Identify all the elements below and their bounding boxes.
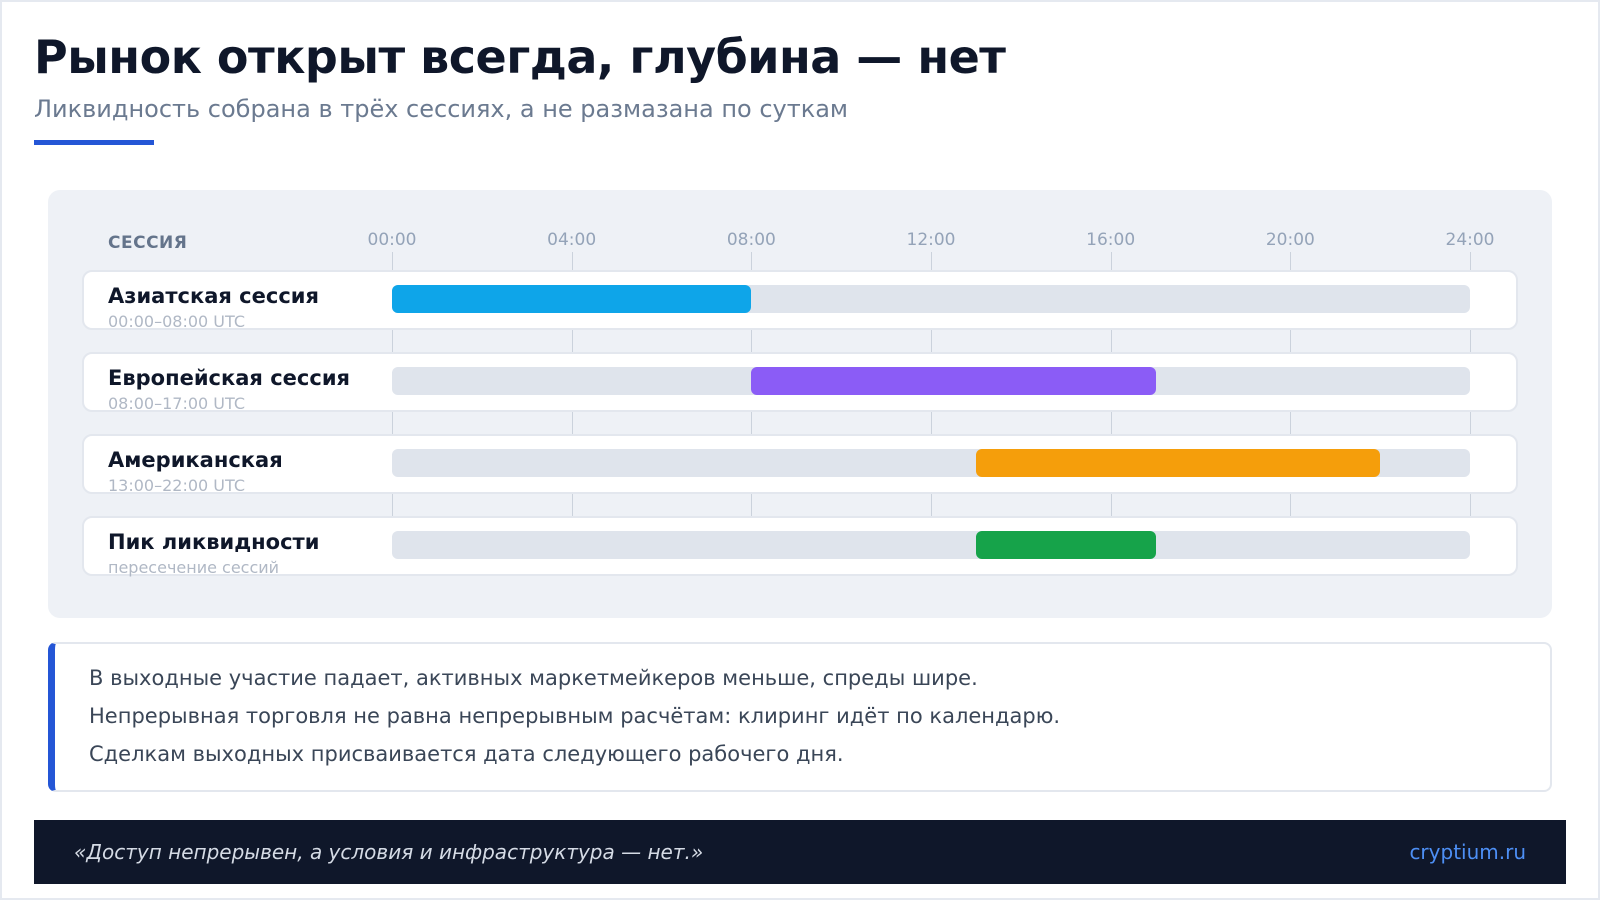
hour-tick-label: 12:00 xyxy=(906,230,956,250)
note-line-1: В выходные участие падает, активных марк… xyxy=(89,666,978,690)
session-hours: 13:00–22:00 UTC xyxy=(108,476,246,495)
notes-box: В выходные участие падает, активных марк… xyxy=(48,642,1552,792)
session-name: Азиатская сессия xyxy=(108,284,319,308)
accent-line xyxy=(34,140,154,145)
session-name: Американская xyxy=(108,448,283,472)
session-name: Пик ликвидности xyxy=(108,530,320,554)
session-track xyxy=(392,531,1470,559)
hour-tick-label: 20:00 xyxy=(1265,230,1315,250)
hour-tick-label: 16:00 xyxy=(1086,230,1136,250)
session-bar xyxy=(975,531,1156,559)
session-hours: пересечение сессий xyxy=(108,558,280,577)
session-hours: 08:00–17:00 UTC xyxy=(108,394,246,413)
page-subtitle: Ликвидность собрана в трёх сессиях, а не… xyxy=(34,95,849,123)
session-column-header: СЕССИЯ xyxy=(108,233,188,253)
hour-tick-label: 24:00 xyxy=(1445,230,1495,250)
session-bar xyxy=(751,367,1156,395)
session-bar xyxy=(975,449,1381,477)
session-hours: 00:00–08:00 UTC xyxy=(108,312,246,331)
footer-quote: «Доступ непрерывен, а условия и инфрастр… xyxy=(74,840,704,864)
footer-brand-link[interactable]: cryptium.ru xyxy=(1409,840,1526,864)
hour-tick-label: 08:00 xyxy=(726,230,776,250)
hour-tick-label: 04:00 xyxy=(547,230,597,250)
session-name: Европейская сессия xyxy=(108,366,351,390)
note-line-3: Сделкам выходных присваивается дата след… xyxy=(89,742,844,766)
hour-tick-label: 00:00 xyxy=(367,230,417,250)
page-title: Рынок открыт всегда, глубина — нет xyxy=(34,30,1006,84)
footer-bar: «Доступ непрерывен, а условия и инфрастр… xyxy=(34,820,1566,884)
note-line-2: Непрерывная торговля не равна непрерывны… xyxy=(89,704,1061,728)
session-bar xyxy=(392,285,752,313)
